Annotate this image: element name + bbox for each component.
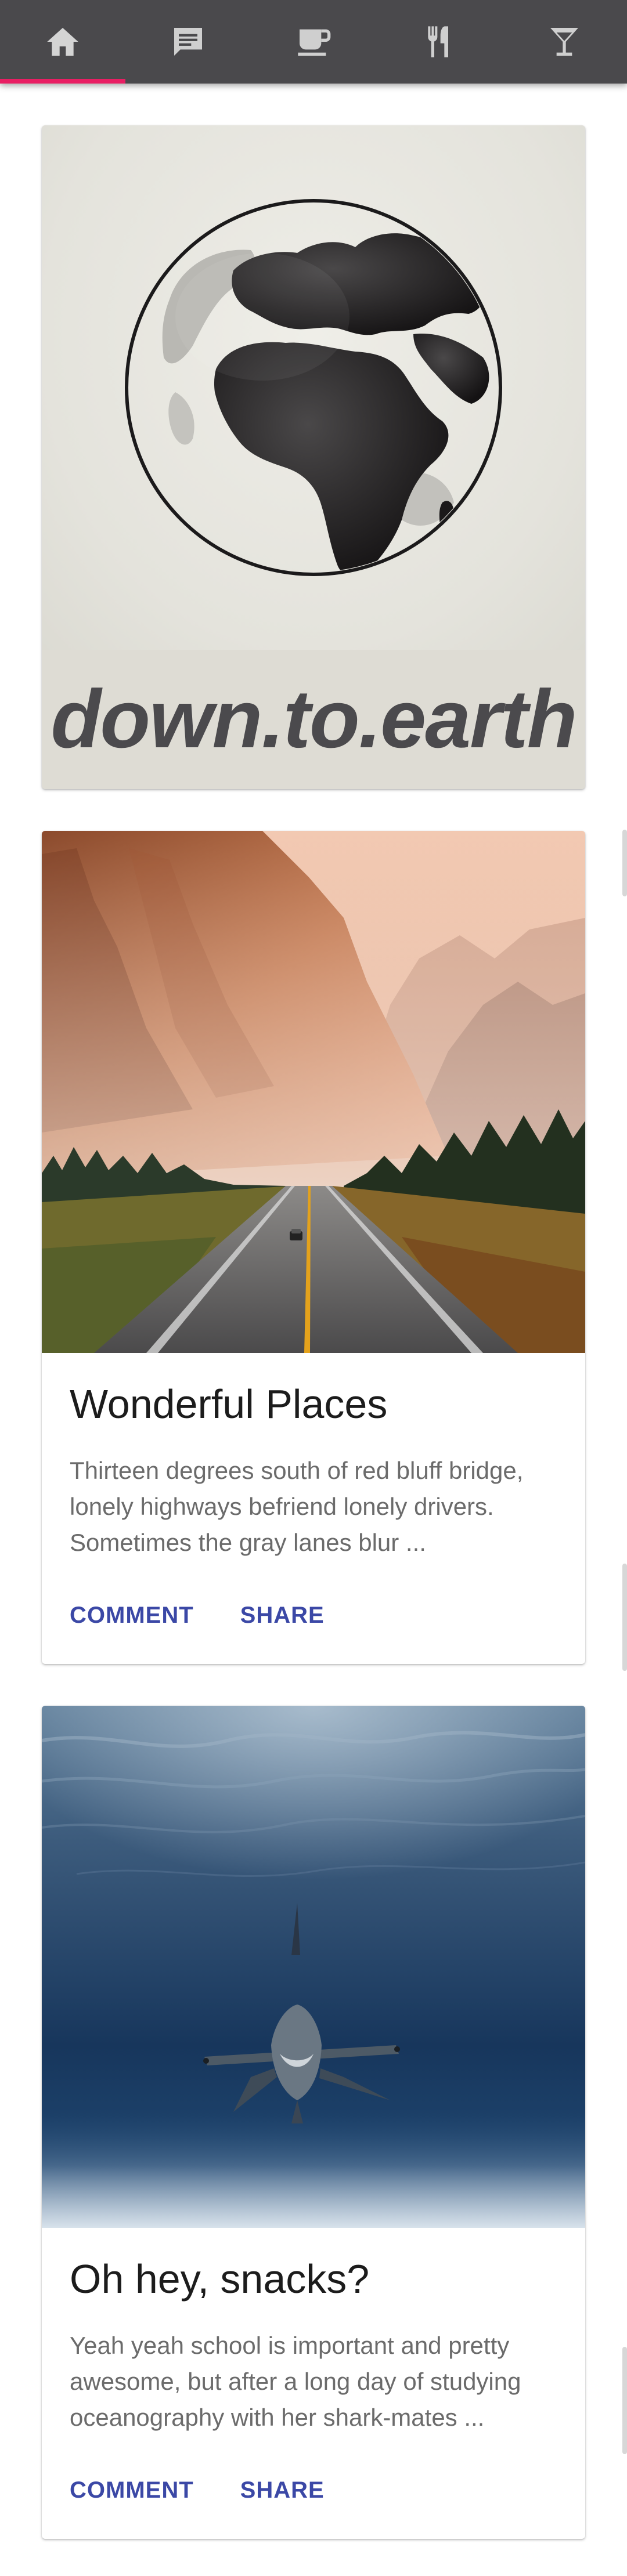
brand-banner: down.to.earth [42,650,585,789]
tab-chat[interactable] [125,0,251,84]
brand-card: down.to.earth [42,125,585,789]
top-tab-bar [0,0,627,84]
coffee-icon [298,29,331,56]
hammerhead-shark-photo [42,1706,585,2228]
card-actions: COMMENT SHARE [70,1602,325,1629]
card-content: Wonderful Places Thirteen degrees south … [42,1353,585,1664]
home-icon [47,28,78,56]
scroll-indicator [622,1564,627,1671]
brand-title: down.to.earth [51,673,578,765]
card-description: Yeah yeah school is important and pretty… [70,2332,521,2431]
tab-cocktail[interactable] [502,0,627,84]
share-button[interactable]: SHARE [240,1602,325,1629]
comment-button[interactable]: COMMENT [70,2477,194,2503]
card-description: Thirteen degrees south of red bluff brid… [70,1457,524,1556]
cocktail-icon [550,28,578,56]
card-actions: COMMENT SHARE [70,2477,325,2503]
tab-home[interactable] [0,0,125,84]
globe-icon [125,199,502,576]
card-content: Oh hey, snacks? Yeah yeah school is impo… [42,2228,585,2539]
restaurant-icon [428,26,448,57]
story-card[interactable]: Wonderful Places Thirteen degrees south … [42,831,585,1664]
chat-icon [174,28,202,56]
mountain-highway-photo [42,831,585,1353]
tab-restaurant[interactable] [376,0,502,84]
active-tab-indicator [0,79,125,84]
share-button[interactable]: SHARE [240,2477,325,2503]
globe-illustration [42,125,585,650]
tab-coffee[interactable] [251,0,376,84]
scroll-indicator [622,830,627,896]
scroll-indicator [622,2347,627,2454]
story-card[interactable]: Oh hey, snacks? Yeah yeah school is impo… [42,1706,585,2539]
comment-button[interactable]: COMMENT [70,1602,194,1629]
card-title: Oh hey, snacks? [70,2256,370,2302]
card-title: Wonderful Places [70,1381,388,1427]
